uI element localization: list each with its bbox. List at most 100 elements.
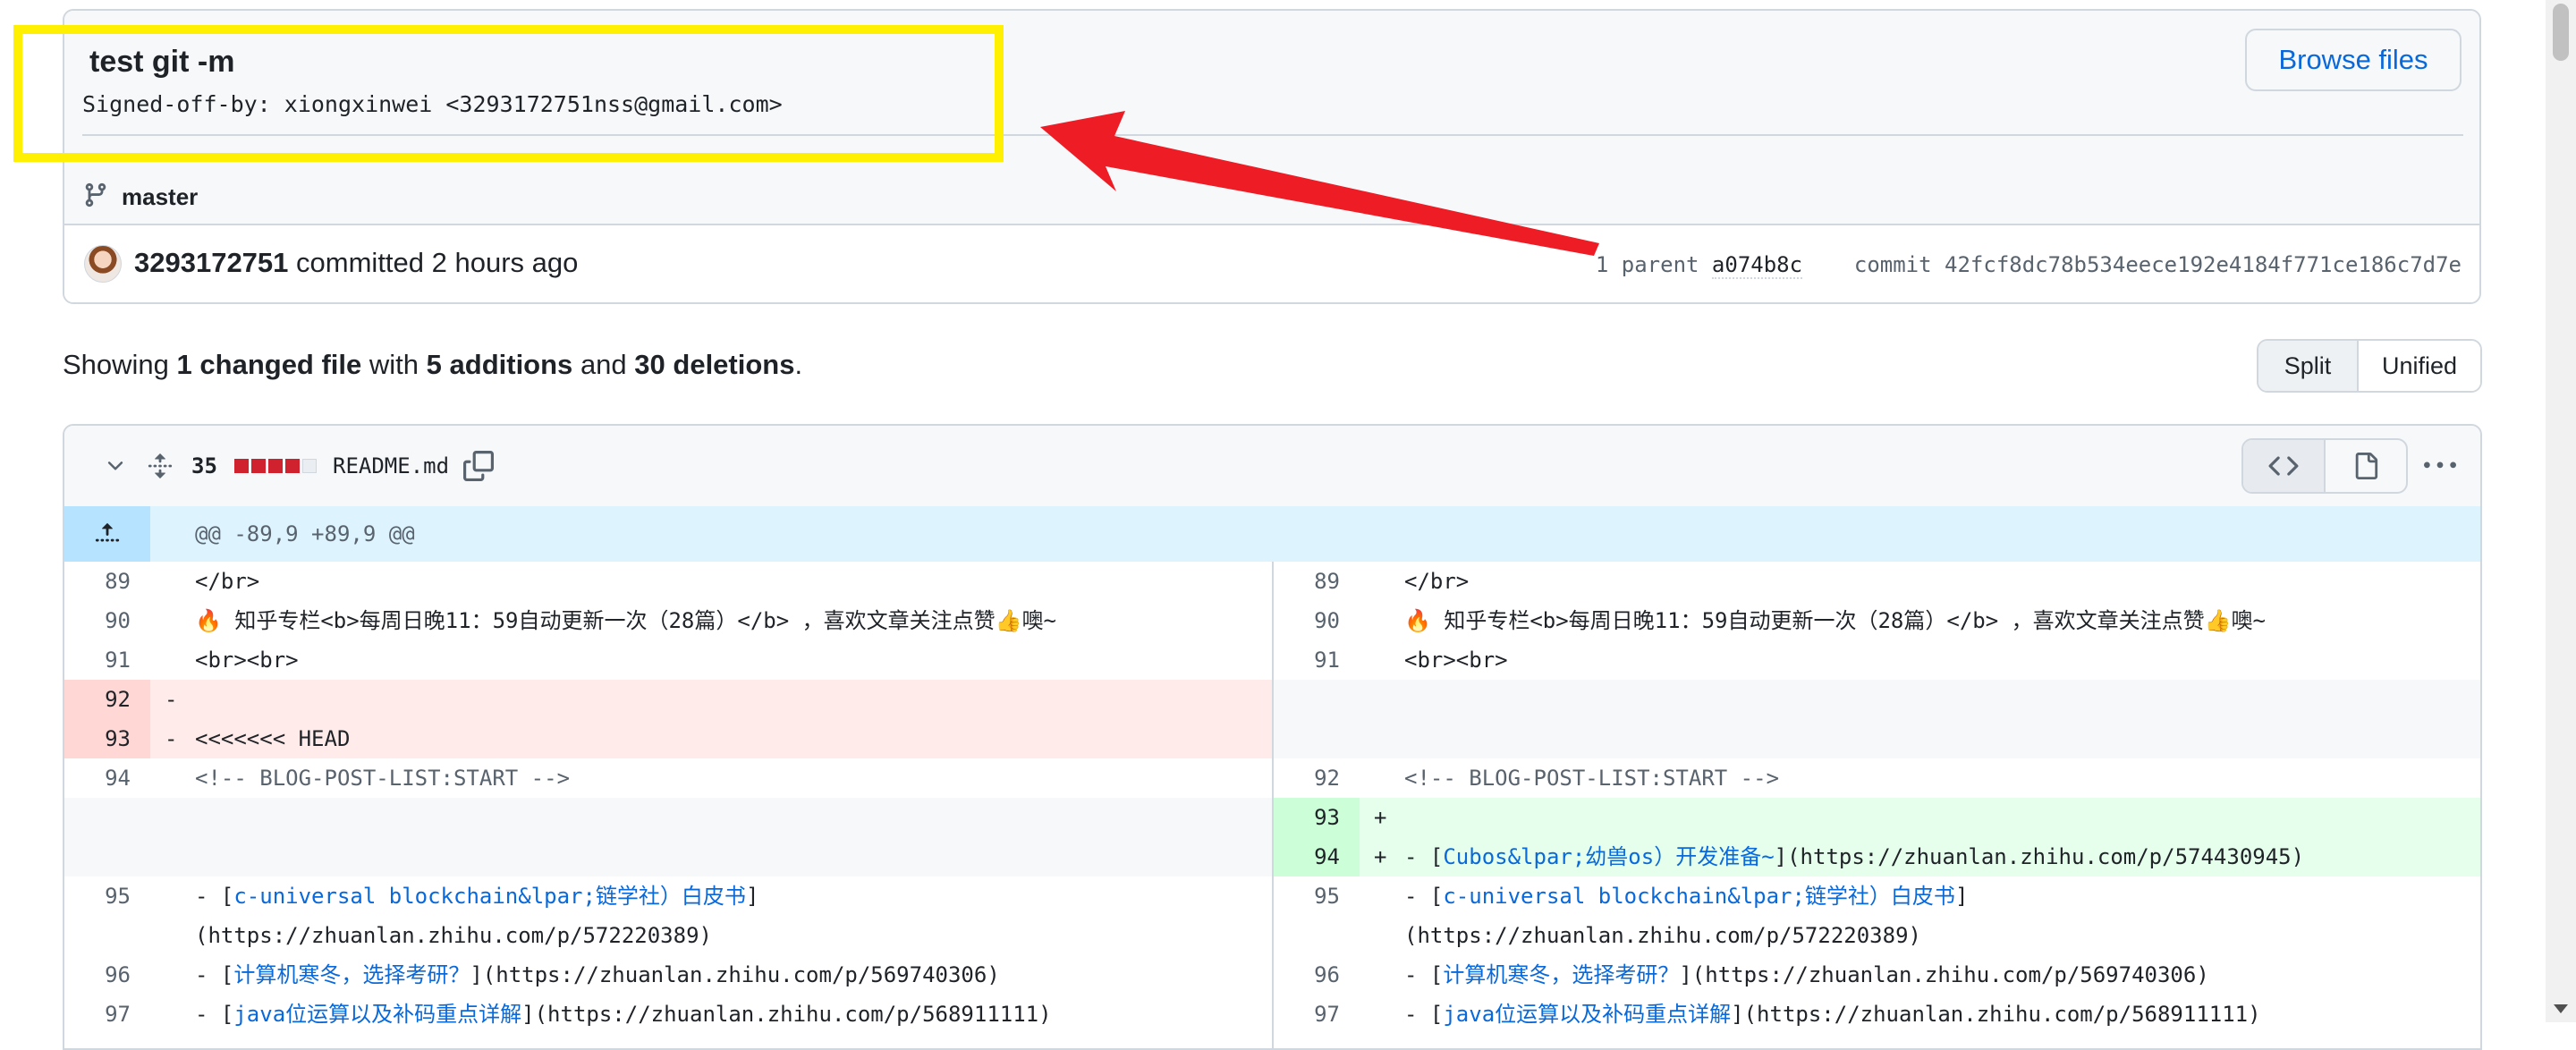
diff-line: 95 - [c-universal blockchain&lpar;链学社）白皮书… [64, 876, 1272, 955]
code-text: </br> [195, 569, 260, 594]
line-number[interactable]: 93 [64, 719, 150, 758]
line-code: </br> [1404, 562, 2472, 601]
hunk-range: @@ -89,9 +89,9 @@ [195, 521, 415, 546]
line-number[interactable]: 94 [1274, 837, 1360, 876]
empty-line [1274, 719, 2480, 758]
commit-meta: 3293172751 committed 2 hours ago 1 paren… [64, 224, 2479, 302]
diffstat-block [302, 459, 317, 473]
code-icon[interactable] [2243, 440, 2326, 492]
file-diff: 35 README.md @@ -89,9 +89,9 @@ 89 </br> 90… [63, 424, 2482, 1050]
line-code: <<<<<<< HEAD [195, 719, 1263, 758]
code-text: ](https://zhuanlan.zhihu.com/p/569740306… [1679, 962, 2209, 987]
parent-sha-link[interactable]: a074b8c [1711, 252, 1803, 279]
line-number[interactable]: 93 [1274, 798, 1360, 837]
markdown-link-text: c-universal blockchain&lpar;链学社）白皮书 [1443, 884, 1955, 909]
author-name[interactable]: 3293172751 [134, 247, 288, 278]
code-text: <<<<<<< HEAD [195, 726, 351, 751]
fold-up-icon[interactable] [64, 506, 150, 562]
file-icon[interactable] [2326, 440, 2406, 492]
code-text: - [ [1404, 962, 1444, 987]
branch-ref[interactable]: master [82, 181, 198, 214]
file-view-switch [2241, 438, 2408, 494]
diff-line: 96 - [计算机寒冬，选择考研？](https://zhuanlan.zhihu… [1274, 955, 2480, 995]
line-number[interactable]: 90 [64, 601, 150, 640]
page-scrollbar[interactable] [2546, 0, 2576, 1022]
avatar[interactable] [84, 245, 122, 283]
scroll-down-arrow-icon[interactable] [2554, 1004, 2568, 1013]
changed-files-count: 1 changed file [176, 349, 362, 380]
empty-line [64, 798, 1272, 837]
line-code: - [java位运算以及补码重点详解](https://zhuanlan.zhi… [1404, 995, 2472, 1034]
code-text: ](https://zhuanlan.zhihu.com/p/574430945… [1774, 844, 2305, 869]
browse-files-button[interactable]: Browse files [2245, 29, 2462, 91]
code-text: <!-- BLOG-POST-LIST:START --> [195, 766, 571, 791]
line-number[interactable]: 95 [64, 876, 150, 955]
empty-line [64, 837, 1272, 876]
diff-line: 94 <!-- BLOG-POST-LIST:START --> [64, 758, 1272, 798]
deletions-count: 30 deletions [634, 349, 795, 380]
commit-label: commit [1853, 252, 1932, 277]
commit-sha: 42fcf8dc78b534eece192e4184f771ce186c7d7e [1945, 252, 2462, 277]
file-header: 35 README.md [64, 426, 2480, 508]
copy-icon[interactable] [463, 426, 494, 506]
line-code: <br><br> [1404, 640, 2472, 680]
code-text: <br><br> [1404, 648, 1508, 673]
line-number[interactable]: 91 [64, 640, 150, 680]
git-branch-icon [82, 181, 109, 214]
line-number[interactable]: 92 [64, 680, 150, 719]
diff-summary: Showing 1 changed file with 5 additions … [63, 349, 802, 381]
line-number[interactable]: 96 [1274, 955, 1360, 995]
diff-left-pane: 89 </br> 90 🔥 知乎专栏<b>每周日晚11：59自动更新一次（28篇）</… [64, 562, 1274, 1048]
diff-line: 96 - [计算机寒冬，选择考研？](https://zhuanlan.zhihu… [64, 955, 1272, 995]
diff-sign: - [165, 726, 178, 751]
split-view-button[interactable]: Split [2258, 341, 2359, 391]
line-number[interactable]: 89 [1274, 562, 1360, 601]
line-number[interactable]: 95 [1274, 876, 1360, 955]
diff-line: 91 <br><br> [64, 640, 1272, 680]
diffstat-block [234, 459, 249, 473]
chevron-down-icon[interactable] [104, 426, 127, 506]
diffstat-block [268, 459, 283, 473]
line-number[interactable]: 91 [1274, 640, 1360, 680]
diff-line: 90 🔥 知乎专栏<b>每周日晚11：59自动更新一次（28篇）</b> ，喜欢文… [64, 601, 1272, 640]
diff-line: 92 <!-- BLOG-POST-LIST:START --> [1274, 758, 2480, 798]
diff-line: 91 <br><br> [1274, 640, 2480, 680]
code-text: 🔥 知乎专栏<b>每周日晚11：59自动更新一次（28篇）</b> ，喜欢文章关… [195, 608, 1056, 633]
line-number[interactable] [64, 837, 150, 876]
code-text: - [ [195, 962, 234, 987]
code-text: <!-- BLOG-POST-LIST:START --> [1404, 766, 1780, 791]
diff-line: 89 </br> [1274, 562, 2480, 601]
line-code: - [Cubos&lpar;幼兽os）开发准备~](https://zhuanl… [1404, 837, 2472, 876]
line-number[interactable] [64, 798, 150, 837]
hunk-header: @@ -89,9 +89,9 @@ [64, 506, 2480, 562]
markdown-link-text: c-universal blockchain&lpar;链学社）白皮书 [233, 884, 746, 909]
code-text: 🔥 知乎专栏<b>每周日晚11：59自动更新一次（28篇）</b> ，喜欢文章关… [1404, 608, 2266, 633]
kebab-horizontal-icon[interactable] [2424, 426, 2456, 506]
line-number[interactable]: 97 [1274, 995, 1360, 1034]
markdown-link-text: 计算机寒冬，选择考研？ [233, 962, 470, 987]
parent-info: 1 parent a074b8c commit 42fcf8dc78b534ee… [1596, 252, 2462, 279]
line-number[interactable] [1274, 719, 1360, 758]
line-number[interactable]: 94 [64, 758, 150, 798]
line-number[interactable]: 92 [1274, 758, 1360, 798]
unified-view-button[interactable]: Unified [2359, 341, 2480, 391]
diffstat-block [285, 459, 300, 473]
line-number[interactable]: 97 [64, 995, 150, 1034]
markdown-link-text: Cubos&lpar;幼兽os）开发准备~ [1443, 844, 1775, 869]
unfold-icon[interactable] [147, 426, 174, 506]
diffstat-block [251, 459, 266, 473]
code-text: - [ [195, 884, 234, 909]
line-number[interactable]: 90 [1274, 601, 1360, 640]
line-code: 🔥 知乎专栏<b>每周日晚11：59自动更新一次（28篇）</b> ，喜欢文章关… [1404, 601, 2472, 640]
diff-sign: - [165, 687, 178, 712]
line-number[interactable]: 96 [64, 955, 150, 995]
line-code: - [java位运算以及补码重点详解](https://zhuanlan.zhi… [195, 995, 1263, 1034]
line-number[interactable]: 89 [64, 562, 150, 601]
annotation-highlight-box [13, 25, 1004, 162]
summary-text: Showing [63, 349, 169, 380]
line-number[interactable] [1274, 680, 1360, 719]
file-name-link[interactable]: README.md [333, 426, 449, 506]
diff-sign: + [1374, 844, 1387, 869]
added-line: 93 + [1274, 798, 2480, 837]
scrollbar-thumb[interactable] [2553, 4, 2569, 61]
